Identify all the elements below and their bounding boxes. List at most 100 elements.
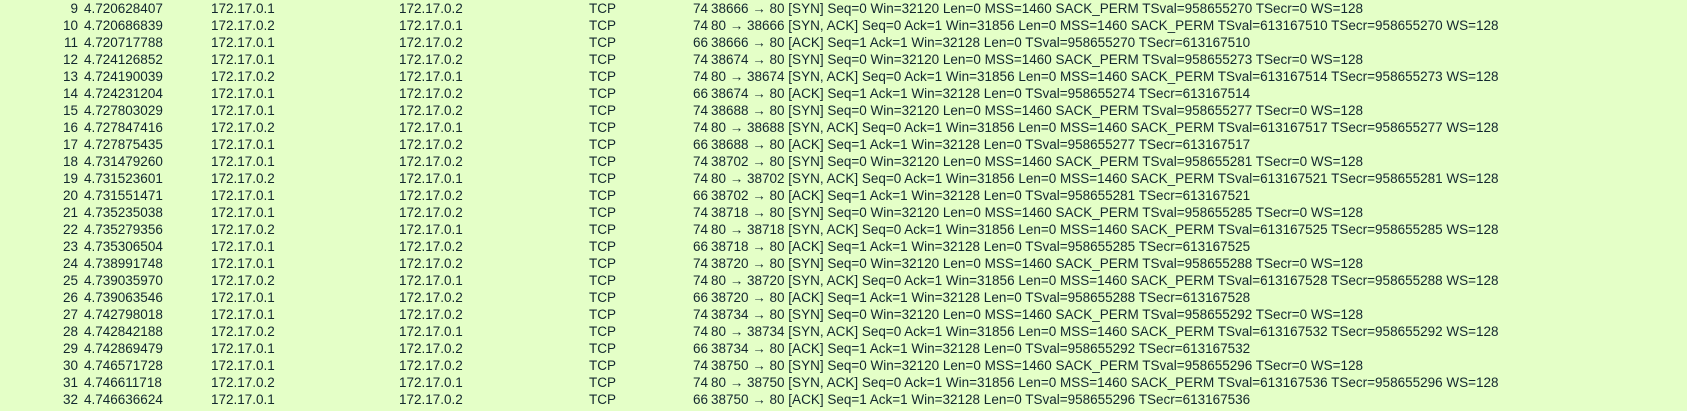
packet-number: 29 (62, 341, 78, 356)
packet-length: 74 (692, 307, 708, 322)
packet-row[interactable]: 11 4.720717788 172.17.0.1 172.17.0.2 TCP 66 38… (0, 34, 1687, 51)
packet-destination: 172.17.0.2 (399, 256, 463, 271)
packet-protocol: TCP (589, 154, 616, 169)
packet-protocol: TCP (589, 35, 616, 50)
packet-source: 172.17.0.2 (211, 324, 275, 339)
packet-number: 10 (62, 18, 78, 33)
packet-list[interactable]: 9 4.720628407 172.17.0.1 172.17.0.2 TCP 74 386… (0, 0, 1687, 411)
packet-info: 80 → 38718 [SYN, ACK] Seq=0 Ack=1 Win=31… (711, 222, 1499, 237)
packet-info: 80 → 38674 [SYN, ACK] Seq=0 Ack=1 Win=31… (711, 69, 1499, 84)
packet-number: 18 (62, 154, 78, 169)
packet-row[interactable]: 25 4.739035970 172.17.0.2 172.17.0.1 TCP 74 80… (0, 272, 1687, 289)
packet-info: 38750 → 80 [SYN] Seq=0 Win=32120 Len=0 M… (711, 358, 1364, 373)
packet-row[interactable]: 21 4.735235038 172.17.0.1 172.17.0.2 TCP 74 38… (0, 204, 1687, 221)
packet-row[interactable]: 16 4.727847416 172.17.0.2 172.17.0.1 TCP 74 80… (0, 119, 1687, 136)
packet-time: 4.742869479 (84, 341, 163, 356)
packet-length: 74 (692, 69, 708, 84)
packet-destination: 172.17.0.2 (399, 1, 463, 16)
packet-info: 38666 → 80 [SYN] Seq=0 Win=32120 Len=0 M… (711, 1, 1364, 16)
packet-info: 38718 → 80 [SYN] Seq=0 Win=32120 Len=0 M… (711, 205, 1364, 220)
packet-time: 4.727803029 (84, 103, 163, 118)
packet-length: 74 (692, 324, 708, 339)
packet-row[interactable]: 30 4.746571728 172.17.0.1 172.17.0.2 TCP 74 38… (0, 357, 1687, 374)
packet-destination: 172.17.0.2 (399, 52, 463, 67)
packet-source: 172.17.0.1 (211, 188, 275, 203)
packet-protocol: TCP (589, 324, 616, 339)
packet-length: 74 (692, 273, 708, 288)
packet-length: 74 (692, 154, 708, 169)
packet-row[interactable]: 31 4.746611718 172.17.0.2 172.17.0.1 TCP 74 80… (0, 374, 1687, 391)
packet-time: 4.739063546 (84, 290, 163, 305)
packet-destination: 172.17.0.1 (399, 120, 463, 135)
packet-time: 4.724190039 (84, 69, 163, 84)
packet-length: 66 (692, 188, 708, 203)
packet-row[interactable]: 12 4.724126852 172.17.0.1 172.17.0.2 TCP 74 38… (0, 51, 1687, 68)
packet-row[interactable]: 14 4.724231204 172.17.0.1 172.17.0.2 TCP 66 38… (0, 85, 1687, 102)
packet-row[interactable]: 24 4.738991748 172.17.0.1 172.17.0.2 TCP 74 38… (0, 255, 1687, 272)
packet-row[interactable]: 28 4.742842188 172.17.0.2 172.17.0.1 TCP 74 80… (0, 323, 1687, 340)
packet-source: 172.17.0.1 (211, 86, 275, 101)
packet-row[interactable]: 22 4.735279356 172.17.0.2 172.17.0.1 TCP 74 80… (0, 221, 1687, 238)
packet-row[interactable]: 27 4.742798018 172.17.0.1 172.17.0.2 TCP 74 38… (0, 306, 1687, 323)
packet-time: 4.731479260 (84, 154, 163, 169)
packet-number: 9 (70, 1, 78, 16)
packet-destination: 172.17.0.2 (399, 35, 463, 50)
packet-time: 4.746571728 (84, 358, 163, 373)
packet-number: 24 (62, 256, 78, 271)
packet-length: 74 (692, 1, 708, 16)
packet-info: 38734 → 80 [ACK] Seq=1 Ack=1 Win=32128 L… (711, 341, 1251, 356)
packet-row[interactable]: 15 4.727803029 172.17.0.1 172.17.0.2 TCP 74 38… (0, 102, 1687, 119)
packet-length: 66 (692, 86, 708, 101)
packet-info: 38674 → 80 [SYN] Seq=0 Win=32120 Len=0 M… (711, 52, 1364, 67)
packet-info: 80 → 38734 [SYN, ACK] Seq=0 Ack=1 Win=31… (711, 324, 1499, 339)
packet-number: 21 (62, 205, 78, 220)
packet-number: 15 (62, 103, 78, 118)
packet-number: 14 (62, 86, 78, 101)
packet-destination: 172.17.0.1 (399, 69, 463, 84)
packet-destination: 172.17.0.2 (399, 307, 463, 322)
packet-row[interactable]: 29 4.742869479 172.17.0.1 172.17.0.2 TCP 66 38… (0, 340, 1687, 357)
packet-protocol: TCP (589, 273, 616, 288)
packet-number: 12 (62, 52, 78, 67)
packet-row[interactable]: 20 4.731551471 172.17.0.1 172.17.0.2 TCP 66 38… (0, 187, 1687, 204)
packet-time: 4.735279356 (84, 222, 163, 237)
packet-number: 28 (62, 324, 78, 339)
packet-row[interactable]: 17 4.727875435 172.17.0.1 172.17.0.2 TCP 66 38… (0, 136, 1687, 153)
packet-row[interactable]: 13 4.724190039 172.17.0.2 172.17.0.1 TCP 74 80… (0, 68, 1687, 85)
packet-time: 4.735235038 (84, 205, 163, 220)
packet-length: 66 (692, 392, 708, 407)
packet-row[interactable]: 32 4.746636624 172.17.0.1 172.17.0.2 TCP 66 38… (0, 391, 1687, 408)
packet-protocol: TCP (589, 392, 616, 407)
packet-length: 74 (692, 18, 708, 33)
packet-row[interactable]: 19 4.731523601 172.17.0.2 172.17.0.1 TCP 74 80… (0, 170, 1687, 187)
packet-destination: 172.17.0.2 (399, 154, 463, 169)
packet-row[interactable]: 18 4.731479260 172.17.0.1 172.17.0.2 TCP 74 38… (0, 153, 1687, 170)
packet-row[interactable]: 9 4.720628407 172.17.0.1 172.17.0.2 TCP 74 386… (0, 0, 1687, 17)
packet-destination: 172.17.0.2 (399, 239, 463, 254)
packet-info: 38666 → 80 [ACK] Seq=1 Ack=1 Win=32128 L… (711, 35, 1251, 50)
packet-destination: 172.17.0.2 (399, 137, 463, 152)
packet-length: 74 (692, 256, 708, 271)
packet-row[interactable]: 23 4.735306504 172.17.0.1 172.17.0.2 TCP 66 38… (0, 238, 1687, 255)
packet-source: 172.17.0.2 (211, 222, 275, 237)
packet-protocol: TCP (589, 341, 616, 356)
packet-protocol: TCP (589, 137, 616, 152)
packet-row[interactable]: 26 4.739063546 172.17.0.1 172.17.0.2 TCP 66 38… (0, 289, 1687, 306)
packet-destination: 172.17.0.2 (399, 358, 463, 373)
packet-destination: 172.17.0.1 (399, 273, 463, 288)
packet-time: 4.724126852 (84, 52, 163, 67)
packet-length: 74 (692, 358, 708, 373)
packet-time: 4.742842188 (84, 324, 163, 339)
packet-destination: 172.17.0.2 (399, 103, 463, 118)
packet-info: 80 → 38688 [SYN, ACK] Seq=0 Ack=1 Win=31… (711, 120, 1499, 135)
packet-protocol: TCP (589, 290, 616, 305)
packet-protocol: TCP (589, 171, 616, 186)
packet-time: 4.720686839 (84, 18, 163, 33)
packet-info: 80 → 38702 [SYN, ACK] Seq=0 Ack=1 Win=31… (711, 171, 1499, 186)
packet-protocol: TCP (589, 18, 616, 33)
packet-number: 26 (62, 290, 78, 305)
packet-source: 172.17.0.1 (211, 307, 275, 322)
packet-protocol: TCP (589, 188, 616, 203)
packet-row[interactable]: 10 4.720686839 172.17.0.2 172.17.0.1 TCP 74 80… (0, 17, 1687, 34)
packet-source: 172.17.0.2 (211, 273, 275, 288)
